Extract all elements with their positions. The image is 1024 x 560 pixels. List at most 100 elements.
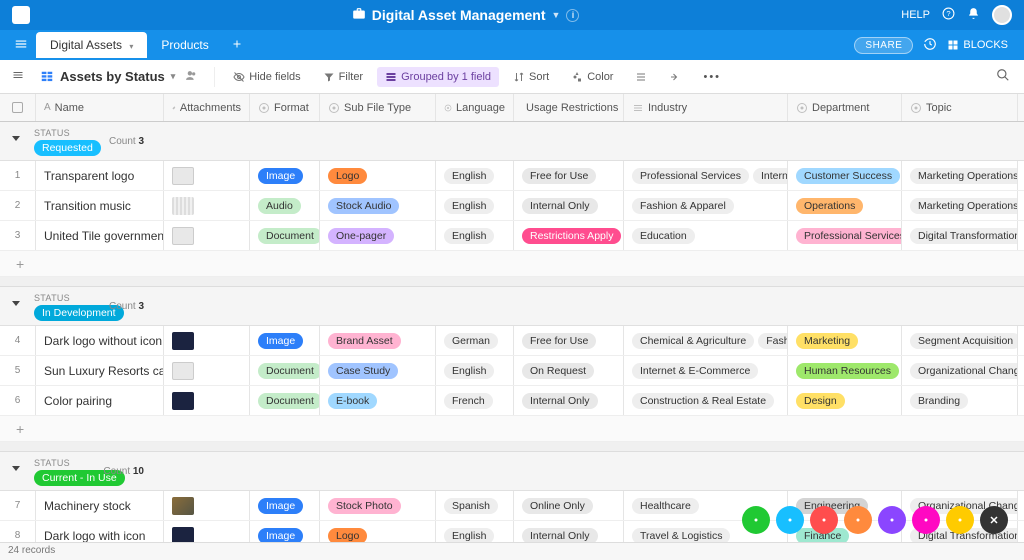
cell-sub-type[interactable]: Case Study (320, 356, 436, 385)
cell-format[interactable]: Document (250, 221, 320, 250)
cell-language[interactable]: English (436, 161, 514, 190)
cell-name[interactable]: Transition music (36, 191, 164, 220)
add-row-button[interactable]: + (0, 251, 1024, 277)
fab-button[interactable] (776, 506, 804, 534)
cell-name[interactable]: Transparent logo (36, 161, 164, 190)
help-link[interactable]: HELP (901, 9, 930, 21)
cell-format[interactable]: Image (250, 491, 320, 520)
cell-department[interactable]: Marketing (788, 326, 902, 355)
cell-industry[interactable]: Fashion & Apparel (624, 191, 788, 220)
column-attachments[interactable]: Attachments (164, 94, 250, 121)
cell-sub-type[interactable]: E-book (320, 386, 436, 415)
cell-name[interactable]: Machinery stock (36, 491, 164, 520)
fab-button[interactable] (946, 506, 974, 534)
cell-usage[interactable]: Internal Only (514, 191, 624, 220)
cell-attachments[interactable] (164, 386, 250, 415)
cell-format[interactable]: Image (250, 161, 320, 190)
cell-usage[interactable]: Free for Use (514, 326, 624, 355)
history-icon[interactable] (923, 37, 937, 54)
user-avatar[interactable] (992, 5, 1012, 25)
grid-body[interactable]: STATUS Count 3 Requested 1 Transparent l… (0, 122, 1024, 542)
table-row[interactable]: 4 Dark logo without icon Image Brand Ass… (0, 326, 1024, 356)
cell-industry[interactable]: Construction & Real Estate (624, 386, 788, 415)
cell-topic[interactable]: Marketing Operations (902, 161, 1018, 190)
views-sidebar-toggle[interactable] (8, 65, 28, 88)
tab-digital-assets[interactable]: Digital Assets ▾ (36, 32, 147, 58)
column-sub-file-type[interactable]: Sub File Type (320, 94, 436, 121)
cell-language[interactable]: English (436, 221, 514, 250)
cell-sub-type[interactable]: Logo (320, 521, 436, 542)
column-department[interactable]: Department (788, 94, 902, 121)
cell-language[interactable]: English (436, 191, 514, 220)
attachment-thumb[interactable] (172, 227, 194, 245)
table-row[interactable]: 6 Color pairing Document E-book French I… (0, 386, 1024, 416)
close-fabs-button[interactable] (980, 506, 1008, 534)
cell-attachments[interactable] (164, 221, 250, 250)
column-format[interactable]: Format (250, 94, 320, 121)
cell-usage[interactable]: Internal Only (514, 386, 624, 415)
attachment-thumb[interactable] (172, 527, 194, 543)
cell-name[interactable]: Dark logo without icon (36, 326, 164, 355)
cell-language[interactable]: English (436, 521, 514, 542)
cell-name[interactable]: Color pairing (36, 386, 164, 415)
collapse-icon[interactable] (12, 466, 20, 471)
blocks-button[interactable]: BLOCKS (947, 39, 1008, 51)
cell-topic[interactable]: Branding (902, 386, 1018, 415)
column-topic[interactable]: Topic (902, 94, 1018, 121)
help-icon[interactable]: ? (942, 7, 955, 23)
cell-usage[interactable]: On Request (514, 356, 624, 385)
attachment-thumb[interactable] (172, 167, 194, 185)
sort-button[interactable]: Sort (505, 67, 557, 87)
row-number[interactable]: 3 (0, 221, 36, 250)
cell-sub-type[interactable]: Logo (320, 161, 436, 190)
cell-sub-type[interactable]: Stock Audio (320, 191, 436, 220)
cell-format[interactable]: Document (250, 356, 320, 385)
column-industry[interactable]: Industry (624, 94, 788, 121)
attachment-thumb[interactable] (172, 497, 194, 515)
row-number[interactable]: 5 (0, 356, 36, 385)
cell-usage[interactable]: Internal Only (514, 521, 624, 542)
add-row-button[interactable]: + (0, 416, 1024, 442)
cell-usage[interactable]: Restrictions Apply (514, 221, 624, 250)
table-row[interactable]: 1 Transparent logo Image Logo English Fr… (0, 161, 1024, 191)
cell-sub-type[interactable]: Stock Photo (320, 491, 436, 520)
share-button[interactable]: SHARE (854, 37, 913, 54)
fab-button[interactable] (912, 506, 940, 534)
cell-industry[interactable]: Internet & E-Commerce (624, 356, 788, 385)
column-language[interactable]: Language (436, 94, 514, 121)
cell-topic[interactable]: Segment Acquisition (902, 326, 1018, 355)
cell-name[interactable]: Sun Luxury Resorts case ... (36, 356, 164, 385)
filter-button[interactable]: Filter (315, 67, 371, 87)
cell-topic[interactable]: Digital Transformation (902, 221, 1018, 250)
cell-usage[interactable]: Online Only (514, 491, 624, 520)
app-logo[interactable] (12, 6, 30, 24)
cell-format[interactable]: Audio (250, 191, 320, 220)
cell-language[interactable]: Spanish (436, 491, 514, 520)
view-switcher[interactable]: Assets by Status ▾ (34, 69, 204, 85)
collapse-icon[interactable] (12, 301, 20, 306)
cell-name[interactable]: United Tile government o... (36, 221, 164, 250)
select-all-checkbox[interactable] (0, 94, 36, 121)
fab-button[interactable] (810, 506, 838, 534)
dropdown-caret-icon[interactable]: ▼ (552, 10, 561, 20)
row-number[interactable]: 7 (0, 491, 36, 520)
row-number[interactable]: 6 (0, 386, 36, 415)
attachment-thumb[interactable] (172, 392, 194, 410)
cell-department[interactable]: Customer Success (788, 161, 902, 190)
cell-industry[interactable]: Education (624, 221, 788, 250)
cell-department[interactable]: Design (788, 386, 902, 415)
row-number[interactable]: 8 (0, 521, 36, 542)
table-row[interactable]: 3 United Tile government o... Document O… (0, 221, 1024, 251)
tab-products[interactable]: Products (147, 32, 222, 58)
color-button[interactable]: Color (563, 67, 621, 87)
cell-language[interactable]: French (436, 386, 514, 415)
cell-topic[interactable]: Organizational Change (902, 356, 1018, 385)
cell-usage[interactable]: Free for Use (514, 161, 624, 190)
row-number[interactable]: 4 (0, 326, 36, 355)
hide-fields-button[interactable]: Hide fields (225, 67, 308, 87)
search-icon[interactable] (990, 62, 1016, 91)
fab-button[interactable] (878, 506, 906, 534)
cell-sub-type[interactable]: Brand Asset (320, 326, 436, 355)
attachment-thumb[interactable] (172, 332, 194, 350)
cell-attachments[interactable] (164, 191, 250, 220)
